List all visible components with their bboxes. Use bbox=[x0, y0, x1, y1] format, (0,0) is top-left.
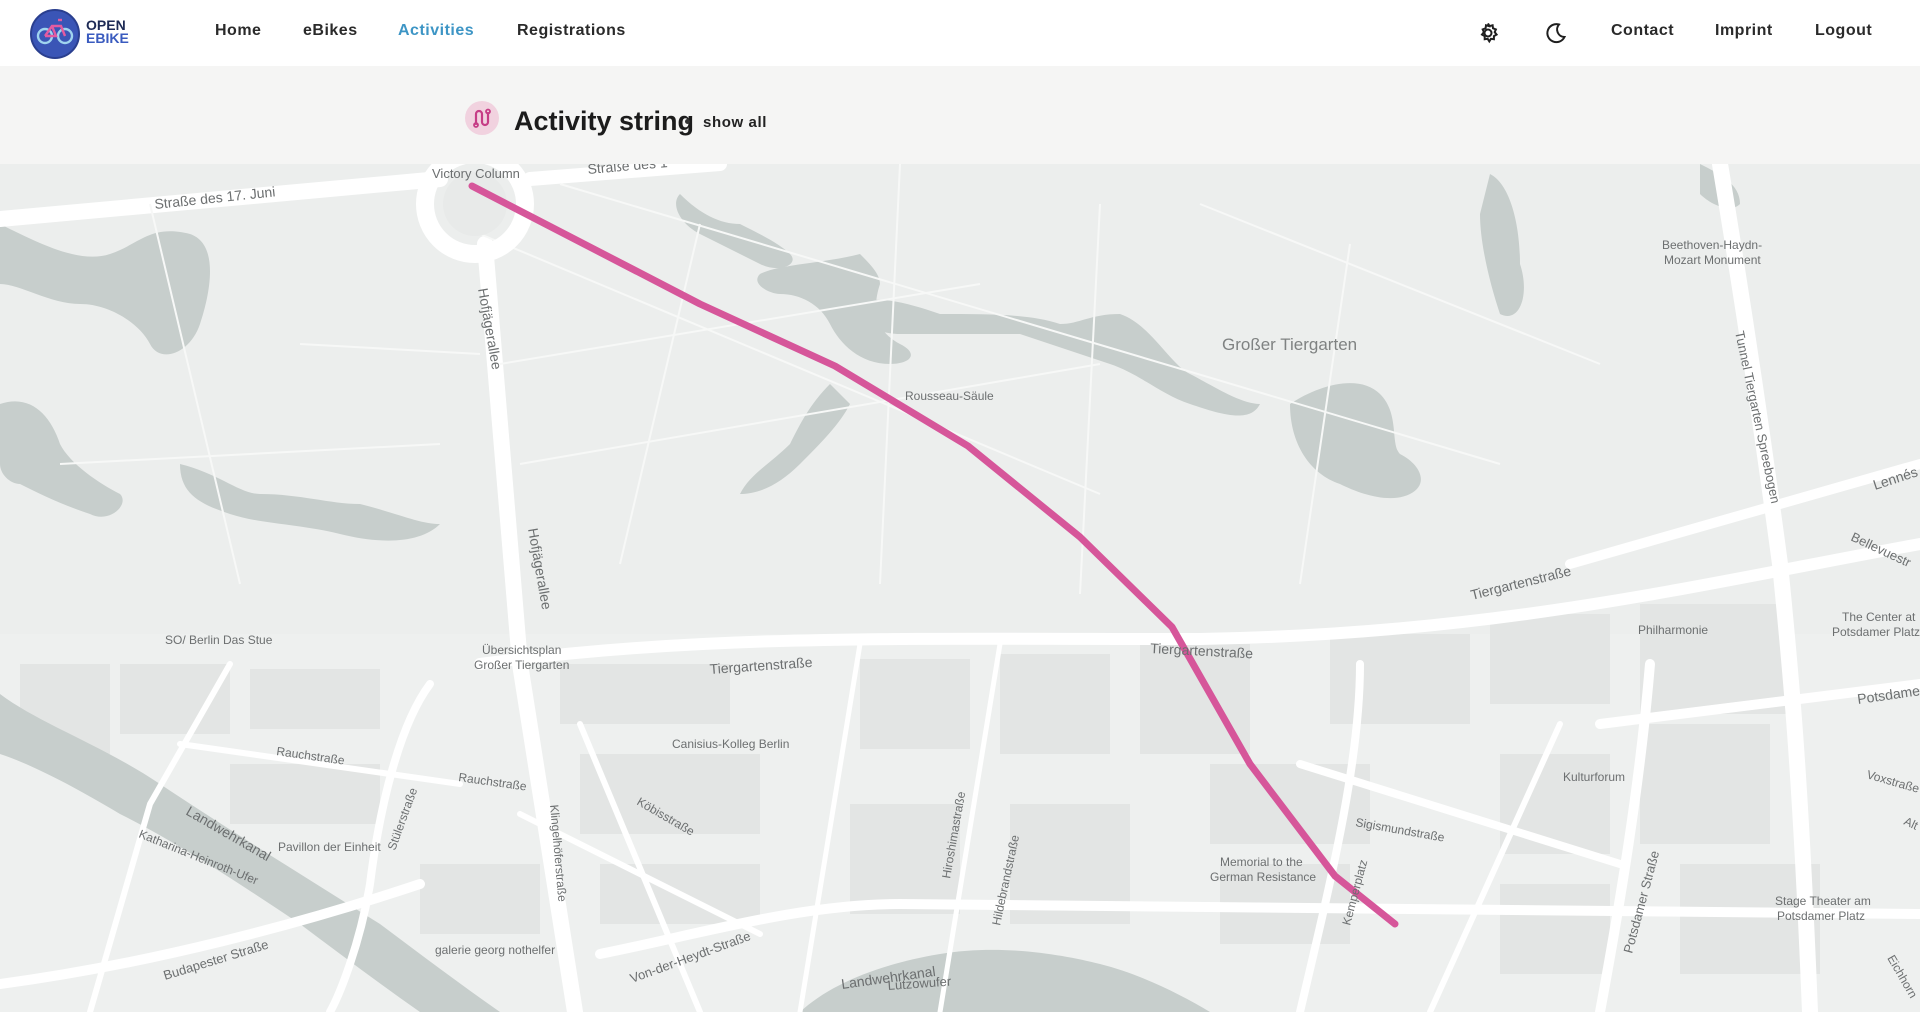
map-label-stage-2: Potsdamer Platz bbox=[1777, 909, 1865, 923]
nav-contact[interactable]: Contact bbox=[1611, 22, 1674, 40]
map-label-galerie: galerie georg nothelfer bbox=[435, 943, 555, 957]
map-label-grosser-tiergarten: Großer Tiergarten bbox=[1222, 335, 1357, 354]
nav-registrations[interactable]: Registrations bbox=[517, 22, 626, 40]
top-navbar: OPEN EBIKE Home eBikes Activities Regist… bbox=[0, 0, 1920, 66]
moon-icon[interactable] bbox=[1543, 20, 1569, 46]
map-label-uebersicht-1: Übersichtsplan bbox=[482, 643, 561, 657]
gear-icon[interactable] bbox=[1475, 20, 1501, 46]
nav-logout[interactable]: Logout bbox=[1815, 22, 1872, 40]
activity-map[interactable]: Victory Column Straße des 17. Juni Straß… bbox=[0, 164, 1920, 1012]
map-label-beethoven-1: Beethoven-Haydn- bbox=[1662, 238, 1762, 252]
map-label-canisius: Canisius-Kolleg Berlin bbox=[672, 737, 789, 751]
map-label-rousseau: Rousseau-Säule bbox=[905, 389, 994, 403]
map-canvas[interactable]: Victory Column Straße des 17. Juni Straß… bbox=[0, 164, 1920, 1012]
activity-header bbox=[0, 66, 1920, 164]
title-separator-dot bbox=[685, 119, 690, 124]
map-label-uebersicht-2: Großer Tiergarten bbox=[474, 658, 569, 672]
map-label-memorial-1: Memorial to the bbox=[1220, 855, 1303, 869]
map-label-victory-column: Victory Column bbox=[432, 166, 520, 181]
nav-imprint[interactable]: Imprint bbox=[1715, 22, 1773, 40]
map-label-stage-1: Stage Theater am bbox=[1775, 894, 1871, 908]
map-label-so-berlin: SO/ Berlin Das Stue bbox=[165, 633, 273, 647]
map-label-memorial-2: German Resistance bbox=[1210, 870, 1316, 884]
logo-text: OPEN EBIKE bbox=[86, 18, 129, 46]
route-icon bbox=[465, 101, 499, 135]
logo-line2: EBIKE bbox=[86, 30, 129, 46]
map-label-kulturforum: Kulturforum bbox=[1563, 770, 1625, 784]
map-label-center-1: The Center at bbox=[1842, 610, 1916, 624]
nav-ebikes[interactable]: eBikes bbox=[303, 22, 358, 40]
map-label-philharmonie: Philharmonie bbox=[1638, 623, 1708, 637]
activity-title: Activity string bbox=[514, 106, 695, 136]
open-ebike-logo[interactable]: OPEN EBIKE bbox=[28, 6, 129, 60]
map-label-pavillon: Pavillon der Einheit bbox=[278, 840, 381, 854]
map-label-center-2: Potsdamer Platz bbox=[1832, 625, 1920, 639]
logo-globe-icon bbox=[30, 9, 80, 59]
nav-home[interactable]: Home bbox=[215, 22, 261, 40]
nav-activities[interactable]: Activities bbox=[398, 22, 474, 40]
show-all-link[interactable]: show all bbox=[703, 114, 767, 131]
map-label-beethoven-2: Mozart Monument bbox=[1664, 253, 1761, 267]
